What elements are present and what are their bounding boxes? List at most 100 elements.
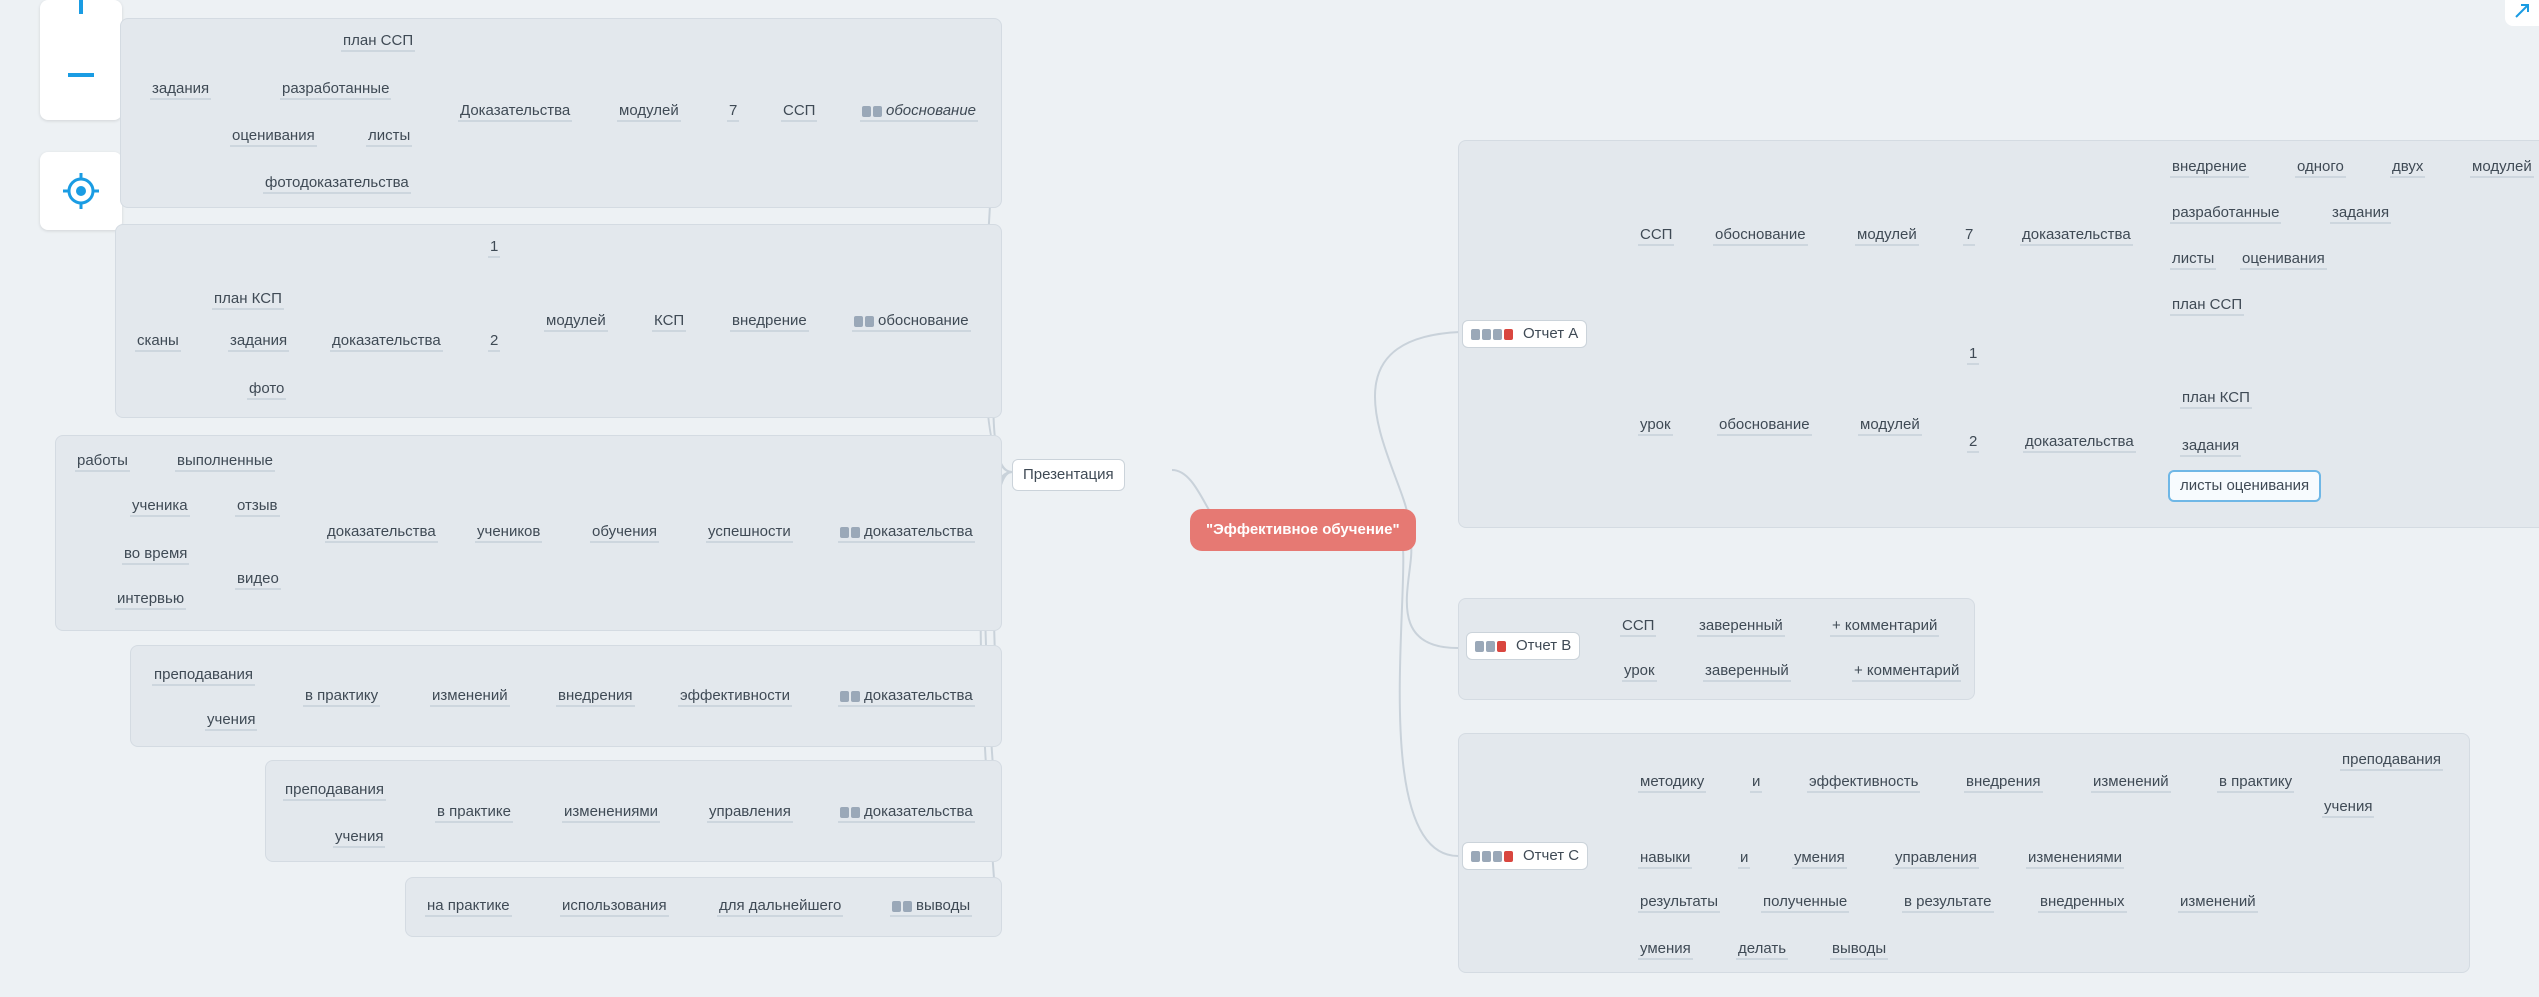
ra-s1-0[interactable]: разработанные (2170, 204, 2282, 224)
rc-r1-1[interactable]: и (1750, 773, 1763, 793)
group2-sub-0[interactable]: 1 (488, 238, 501, 258)
group4-chain-3[interactable]: в практику (303, 687, 381, 707)
ra-s3-0[interactable]: план ССП (2170, 296, 2245, 316)
group3-sub-3[interactable]: ученика (130, 497, 190, 517)
group4-chain-2[interactable]: изменений (430, 687, 510, 707)
locate-button[interactable] (40, 152, 122, 230)
rc-r3-0[interactable]: результаты (1638, 893, 1720, 913)
group5-sub-0[interactable]: преподавания (283, 781, 386, 801)
group3-head[interactable]: доказательства (838, 523, 975, 543)
rc-r4-0[interactable]: умения (1638, 940, 1693, 960)
ra-b1-4[interactable]: доказательства (2020, 226, 2133, 246)
ra-num-1[interactable]: 1 (1967, 345, 1980, 365)
ra-b2-2[interactable]: модулей (1858, 416, 1922, 436)
group3-chain-0[interactable]: успешности (706, 523, 793, 543)
group1-sub-2[interactable]: задания (150, 80, 212, 100)
rc-r2-0[interactable]: навыки (1638, 849, 1693, 869)
group2-chain-0[interactable]: внедрение (730, 312, 809, 332)
group2-chain-1[interactable]: КСП (652, 312, 687, 332)
rc-r1-t0[interactable]: преподавания (2340, 751, 2443, 771)
ra-b1-3[interactable]: 7 (1963, 226, 1976, 246)
rc-r3-2[interactable]: в результате (1902, 893, 1994, 913)
group5-head[interactable]: доказательства (838, 803, 975, 823)
group3-chain-3[interactable]: доказательства (325, 523, 438, 543)
ra-s0-1[interactable]: одного (2295, 158, 2346, 178)
rb-r0-1[interactable]: заверенный (1697, 617, 1785, 637)
expand-button[interactable] (2505, 0, 2539, 26)
ra-b1-0[interactable]: ССП (1638, 226, 1675, 246)
rc-r2-3[interactable]: управления (1893, 849, 1979, 869)
rc-r2-4[interactable]: изменениями (2026, 849, 2125, 869)
zoom-out-button[interactable] (40, 55, 122, 95)
rc-r1-5[interactable]: в практику (2217, 773, 2295, 793)
group6-chain-1[interactable]: использования (560, 897, 669, 917)
ra-s2-0[interactable]: листы (2170, 250, 2217, 270)
group1-sub-3[interactable]: листы (366, 127, 413, 147)
report-c-node[interactable]: Отчет C (1462, 842, 1589, 870)
presentation-node[interactable]: Презентация (1012, 459, 1125, 491)
group6-head[interactable]: выводы (890, 897, 973, 917)
group2-sub-2[interactable]: доказательства (330, 332, 443, 352)
group3-chain-2[interactable]: учеников (475, 523, 543, 543)
report-a-node[interactable]: Отчет A (1462, 320, 1588, 348)
group1-head[interactable]: обоснование (860, 102, 978, 122)
group1-chain-3[interactable]: Доказательства (458, 102, 573, 122)
ra-s0-2[interactable]: двух (2390, 158, 2426, 178)
rb-r1-1[interactable]: заверенный (1703, 662, 1791, 682)
rc-r3-3[interactable]: внедренных (2038, 893, 2127, 913)
rc-r4-2[interactable]: выводы (1830, 940, 1889, 960)
rc-r1-4[interactable]: изменений (2091, 773, 2171, 793)
rb-r0-0[interactable]: ССП (1620, 617, 1657, 637)
group4-chain-0[interactable]: эффективности (678, 687, 793, 707)
group3-sub-0[interactable]: выполненные (175, 452, 275, 472)
group3-sub-6[interactable]: интервью (115, 590, 187, 610)
group2-head[interactable]: обоснование (852, 312, 971, 332)
rc-r4-1[interactable]: делать (1736, 940, 1789, 960)
report-b-node[interactable]: Отчет B (1466, 632, 1581, 660)
group5-chain-0[interactable]: управления (707, 803, 793, 823)
group2-sub-6[interactable]: фото (247, 380, 287, 400)
rc-r1-t1[interactable]: учения (2322, 798, 2375, 818)
rc-r1-3[interactable]: внедрения (1964, 773, 2043, 793)
group1-sub-1[interactable]: разработанные (280, 80, 392, 100)
group3-sub-5[interactable]: во время (122, 545, 190, 565)
ra-num-2[interactable]: 2 (1967, 433, 1980, 453)
group5-chain-2[interactable]: в практике (435, 803, 513, 823)
rc-r1-2[interactable]: эффективность (1807, 773, 1921, 793)
group2-sub-3[interactable]: план КСП (212, 290, 284, 310)
ra-b2-1[interactable]: обоснование (1717, 416, 1812, 436)
ra-s1-1[interactable]: задания (2330, 204, 2392, 224)
group1-sub-0[interactable]: план ССП (341, 32, 416, 52)
rc-r1-0[interactable]: методику (1638, 773, 1707, 793)
group6-chain-0[interactable]: для дальнейшего (717, 897, 844, 917)
group4-head[interactable]: доказательства (838, 687, 975, 707)
group4-chain-1[interactable]: внедрения (556, 687, 635, 707)
root-node[interactable]: "Эффективное обучение" (1190, 509, 1416, 551)
rc-r3-4[interactable]: изменений (2178, 893, 2258, 913)
ra-b2-0[interactable]: урок (1638, 416, 1673, 436)
group1-chain-0[interactable]: ССП (781, 102, 818, 122)
group4-sub-1[interactable]: учения (205, 711, 258, 731)
ra-s0-0[interactable]: внедрение (2170, 158, 2249, 178)
group1-sub-5[interactable]: фотодоказательства (263, 174, 411, 194)
group2-sub-1[interactable]: 2 (488, 332, 501, 352)
rc-r3-1[interactable]: полученные (1761, 893, 1850, 913)
ra-b2s-0[interactable]: план КСП (2180, 389, 2252, 409)
group1-chain-2[interactable]: модулей (617, 102, 681, 122)
group2-sub-4[interactable]: задания (228, 332, 290, 352)
rb-r1-2[interactable]: + комментарий (1852, 662, 1962, 682)
group2-sub-5[interactable]: сканы (135, 332, 181, 352)
rc-r2-2[interactable]: умения (1792, 849, 1847, 869)
ra-b2s-2[interactable]: листы оценивания (2168, 470, 2322, 502)
ra-s0-3[interactable]: модулей (2470, 158, 2534, 178)
ra-b2s-1[interactable]: задания (2180, 437, 2242, 457)
group4-sub-0[interactable]: преподавания (152, 666, 255, 686)
group1-sub-4[interactable]: оценивания (230, 127, 317, 147)
ra-s2-1[interactable]: оценивания (2240, 250, 2327, 270)
ra-b1-1[interactable]: обоснование (1713, 226, 1808, 246)
rb-r1-0[interactable]: урок (1622, 662, 1657, 682)
zoom-in-button[interactable] (40, 0, 122, 40)
group2-chain-2[interactable]: модулей (544, 312, 608, 332)
group3-sub-2[interactable]: отзыв (235, 497, 280, 517)
group3-sub-1[interactable]: работы (75, 452, 130, 472)
